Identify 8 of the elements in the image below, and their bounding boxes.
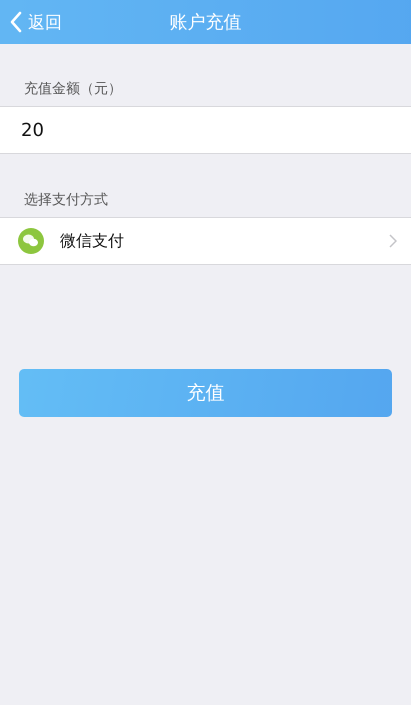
page-title: 账户充值 xyxy=(170,11,242,34)
back-icon xyxy=(10,11,22,33)
payment-method-row[interactable]: 微信支付 xyxy=(0,217,411,265)
chevron-right-icon xyxy=(389,234,397,248)
amount-label: 充值金额（元） xyxy=(23,80,123,99)
amount-field[interactable]: 20 xyxy=(0,106,411,154)
chat-bubbles-icon xyxy=(18,228,44,254)
payment-label: 选择支付方式 xyxy=(23,191,109,210)
